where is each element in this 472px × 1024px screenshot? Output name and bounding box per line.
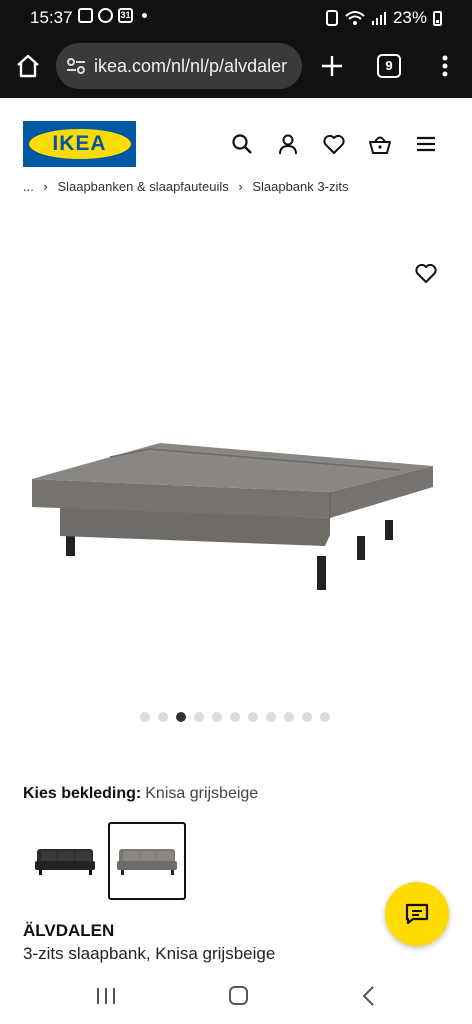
- vibrate-icon: [325, 10, 338, 26]
- add-to-favorites-icon[interactable]: [414, 261, 438, 285]
- status-bar: 15:37 31 23%: [0, 0, 472, 36]
- swatch-grijsbeige[interactable]: [108, 822, 186, 900]
- carousel-dot[interactable]: [194, 712, 204, 722]
- chat-button[interactable]: [385, 882, 449, 946]
- browser-toolbar: ikea.com/nl/nl/p/alvdaler 9: [0, 36, 472, 98]
- home-nav-icon[interactable]: [224, 984, 252, 1008]
- carousel-dot[interactable]: [230, 712, 240, 722]
- carousel-dot[interactable]: [212, 712, 222, 722]
- carousel-dot[interactable]: [140, 712, 150, 722]
- breadcrumb-item[interactable]: ...: [23, 182, 34, 194]
- favorites-icon[interactable]: [322, 132, 346, 156]
- carousel-dot[interactable]: [266, 712, 276, 722]
- sofa-thumbnail-dark: [35, 849, 95, 875]
- whatsapp-icon: [98, 8, 113, 23]
- breadcrumb-item[interactable]: Slaapbanken & slaapfauteuils: [57, 182, 228, 194]
- option-value: Knisa grijsbeige: [145, 785, 259, 802]
- address-bar[interactable]: ikea.com/nl/nl/p/alvdaler: [56, 43, 302, 89]
- site-settings-icon[interactable]: [66, 56, 86, 76]
- product-description: 3-zits slaapbank, Knisa grijsbeige: [23, 944, 276, 963]
- breadcrumb-item[interactable]: Slaapbank 3-zits: [252, 182, 348, 194]
- battery-icon: [433, 10, 442, 26]
- chevron-right-icon: ›: [238, 182, 243, 194]
- chat-icon: [405, 903, 429, 925]
- ikea-logo[interactable]: IKEA: [23, 121, 136, 167]
- status-right: 23%: [325, 8, 442, 28]
- carousel-dot[interactable]: [302, 712, 312, 722]
- sofa-thumbnail-grey: [117, 849, 177, 875]
- product-name: ÄLVDALEN: [23, 921, 115, 940]
- product-image[interactable]: [0, 230, 472, 700]
- url-text: ikea.com/nl/nl/p/alvdaler: [94, 55, 288, 76]
- back-icon[interactable]: [356, 984, 384, 1008]
- hamburger-menu-icon[interactable]: [414, 132, 438, 156]
- logo-text: IKEA: [28, 129, 131, 159]
- tab-switcher-button[interactable]: 9: [377, 54, 401, 78]
- swatch-dark[interactable]: [26, 822, 104, 900]
- recent-apps-icon[interactable]: [92, 984, 120, 1008]
- carousel-dot[interactable]: [320, 712, 330, 722]
- status-time: 15:37: [30, 8, 73, 27]
- more-menu-icon[interactable]: [435, 52, 455, 80]
- chevron-right-icon: ›: [43, 182, 48, 194]
- signal-icon: [371, 12, 386, 25]
- more-notifications-icon: [142, 13, 147, 18]
- account-icon[interactable]: [276, 132, 300, 156]
- wifi-icon: [345, 11, 365, 25]
- battery-percent: 23%: [392, 8, 427, 27]
- carousel-dots: [140, 712, 330, 722]
- carousel-dot[interactable]: [284, 712, 294, 722]
- calendar-icon: 31: [118, 8, 133, 23]
- gallery-icon: [78, 8, 93, 23]
- basket-icon[interactable]: [368, 132, 392, 156]
- site-header: IKEA: [0, 98, 472, 184]
- sofa-bed-image: [32, 443, 433, 590]
- system-nav-bar: [0, 968, 472, 1024]
- home-icon[interactable]: [14, 52, 42, 80]
- search-icon[interactable]: [230, 132, 254, 156]
- upholstery-option: Kies bekleding: Knisa grijsbeige: [23, 785, 258, 803]
- carousel-dot[interactable]: [248, 712, 258, 722]
- carousel-dot[interactable]: [158, 712, 168, 722]
- new-tab-icon[interactable]: [318, 52, 346, 80]
- carousel-dot[interactable]: [176, 712, 186, 722]
- option-label: Kies bekleding:: [23, 785, 142, 802]
- breadcrumb: ... › Slaapbanken & slaapfauteuils › Sla…: [23, 182, 354, 196]
- notification-icons: 31: [78, 8, 147, 23]
